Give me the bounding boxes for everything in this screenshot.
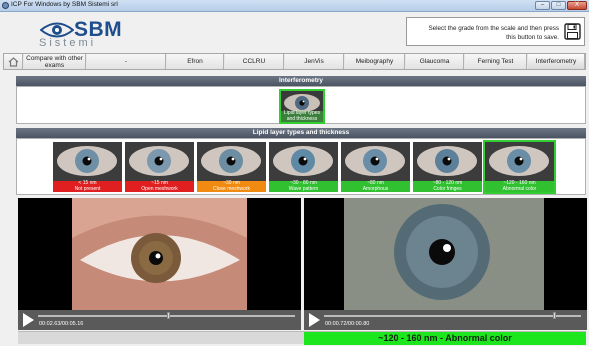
lipid-grade-thumb[interactable]: ~15 nm Open meshwork xyxy=(125,142,194,192)
lipid-grade-caption: ~80 nm Amorphous xyxy=(341,180,410,192)
title-bar: ICP For Windows by SBM Sistemi srl – □ X xyxy=(0,0,589,12)
tab-jenvis[interactable]: JenVis xyxy=(285,54,344,69)
lipid-grade-thumb[interactable]: ~30 nm Close meshwork xyxy=(197,142,266,192)
video-controls-right: 00:00.72/00:00.80 xyxy=(304,310,587,330)
tab-cclru[interactable]: CCLRU xyxy=(225,54,284,69)
lipid-grade-caption: ~80 - 120 nm Color fringes xyxy=(413,180,482,192)
video-controls-left: 00:02.63/00:05.16 xyxy=(18,310,301,330)
interferometry-header: Interferometry xyxy=(16,76,586,86)
interferometry-thumb[interactable]: Lipid layer types and thickness xyxy=(279,89,325,124)
lipid-grade-thumb[interactable]: ~80 - 120 nm Color fringes xyxy=(413,142,482,192)
lipid-grade-desc: Wave pattern xyxy=(288,185,319,192)
eye-video-frame-left xyxy=(18,198,301,310)
lipid-grade-thumb[interactable]: ~120 - 160 nm Abnormal color xyxy=(483,140,556,194)
tab-glaucoma[interactable]: Glaucoma xyxy=(406,54,464,69)
save-instruction: Select the grade from the scale and then… xyxy=(428,25,559,41)
save-panel: Select the grade from the scale and then… xyxy=(406,17,585,46)
logo-sub: Sistemi xyxy=(39,37,97,49)
app-icon xyxy=(2,2,9,9)
window-title: ICP For Windows by SBM Sistemi srl xyxy=(11,1,118,8)
tab-meibography[interactable]: Meibography xyxy=(345,54,405,69)
lipid-grade-desc: Open meshwork xyxy=(141,185,178,192)
video-player-right[interactable] xyxy=(304,198,587,310)
lipid-grade-caption: ~15 nm Open meshwork xyxy=(125,180,194,192)
minimize-button[interactable]: – xyxy=(535,1,550,10)
tab-efron[interactable]: Efron xyxy=(167,54,224,69)
lipid-grade-thumb[interactable]: ~80 nm Amorphous xyxy=(341,142,410,192)
home-tab[interactable] xyxy=(4,54,23,69)
lipid-grade-strip: < 15 nm Not present ~15 nm Open meshwork ~30… xyxy=(16,138,586,195)
lipid-grade-desc: Amorphous xyxy=(362,185,389,192)
lipid-grade-desc: Abnormal color xyxy=(502,185,537,192)
lipid-grade-desc: Close meshwork xyxy=(213,185,250,192)
tab-compare[interactable]: Compare with other exams xyxy=(24,54,86,69)
lipid-grade-caption: < 15 nm Not present xyxy=(53,180,122,192)
tab-ferning-test[interactable]: Ferning Test xyxy=(465,54,527,69)
seek-track-right[interactable] xyxy=(324,315,581,317)
home-icon xyxy=(8,56,18,67)
selected-grade-result: ~120 - 160 nm - Abnormal color xyxy=(304,332,586,345)
time-right: 00:00.72/00:00.80 xyxy=(325,321,370,327)
lipid-grade-desc: Not present xyxy=(74,185,101,192)
interferometry-thumb-caption: Lipid layer types and thickness xyxy=(281,110,323,122)
seek-knob-right[interactable] xyxy=(553,312,556,319)
lipid-grade-caption: ~120 - 160 nm Abnormal color xyxy=(485,180,554,192)
interferometry-panel: Lipid layer types and thickness xyxy=(16,86,586,124)
lipid-grade-thumb[interactable]: < 15 nm Not present xyxy=(53,142,122,192)
lipid-grade-caption: ~30 nm Close meshwork xyxy=(197,180,266,192)
sbm-logo: SBM Sistemi xyxy=(36,18,146,49)
play-icon-right[interactable] xyxy=(309,313,320,327)
lipid-grade-thumb[interactable]: ~30 - 80 nm Wave pattern xyxy=(269,142,338,192)
eye-video-frame-right xyxy=(304,198,587,310)
exam-tabs: Compare with other exams - Efron CCLRU J… xyxy=(3,53,586,70)
seek-knob-left[interactable] xyxy=(167,312,170,319)
tab-blank[interactable]: - xyxy=(87,54,166,69)
lipid-grade-caption: ~30 - 80 nm Wave pattern xyxy=(269,180,338,192)
tab-interferometry[interactable]: Interferometry xyxy=(528,54,585,69)
play-icon-left[interactable] xyxy=(23,313,34,327)
lipid-header: Lipid layer types and thickness xyxy=(16,128,586,138)
time-left: 00:02.63/00:05.16 xyxy=(39,321,84,327)
video-player-left[interactable] xyxy=(18,198,301,310)
lipid-grade-desc: Color fringes xyxy=(433,185,462,192)
close-button[interactable]: X xyxy=(567,1,587,10)
save-floppy-icon[interactable] xyxy=(564,23,581,40)
maximize-button[interactable]: □ xyxy=(551,1,566,10)
